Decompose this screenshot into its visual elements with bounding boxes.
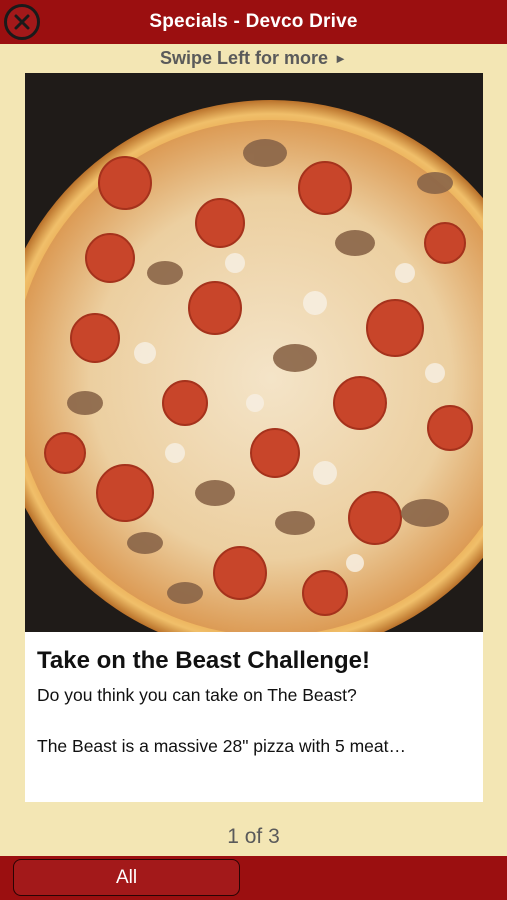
page-title: Specials - Devco Drive [149,11,358,32]
card-title: Take on the Beast Challenge! [37,647,370,674]
special-card[interactable]: Take on the Beast Challenge! Do you thin… [25,73,483,802]
arrow-right-icon: ► [334,50,347,66]
card-text: Take on the Beast Challenge! Do you thin… [37,647,471,757]
swipe-hint: Swipe Left for more ► [0,44,507,72]
close-icon [14,14,30,30]
close-button[interactable] [4,4,40,40]
all-button[interactable]: All [13,859,240,896]
page-indicator: 1 of 3 [227,825,280,848]
header-bar: Specials - Devco Drive [0,0,507,44]
pizza-photo [25,73,483,632]
card-description-line-2: The Beast is a massive 28" pizza with 5 … [37,736,407,756]
swipe-hint-text: Swipe Left for more [160,47,329,68]
card-description-line-1: Do you think you can take on The Beast? [37,685,357,705]
pizza-image [25,73,483,632]
bottom-bar: All [0,856,507,900]
